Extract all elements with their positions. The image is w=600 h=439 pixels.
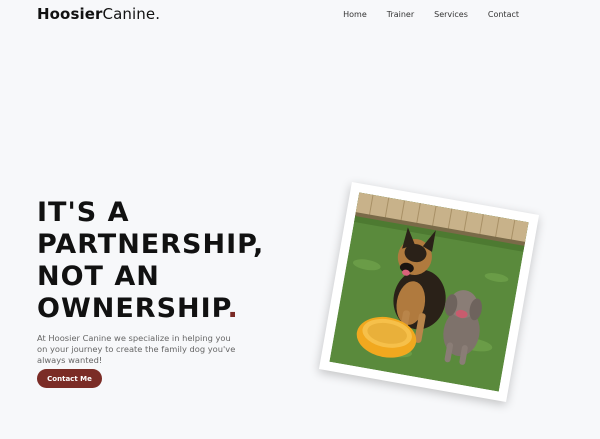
logo-regular: Canine. (102, 5, 161, 23)
headline-line-4: OWNERSHIP (37, 293, 228, 324)
headline-accent-period: . (227, 293, 239, 324)
hero-photo-frame (318, 181, 540, 403)
headline-line-3: NOT AN (37, 261, 160, 292)
logo-bold: Hoosier (37, 5, 103, 23)
nav-home[interactable]: Home (343, 10, 367, 19)
hero-headline: IT'S A PARTNERSHIP, NOT AN OWNERSHIP. (37, 197, 264, 325)
header: HoosierCanine. Home Trainer Services Con… (0, 0, 600, 30)
nav-services[interactable]: Services (434, 10, 468, 19)
nav-contact[interactable]: Contact (488, 10, 519, 19)
page: HoosierCanine. Home Trainer Services Con… (0, 0, 600, 439)
nav-trainer[interactable]: Trainer (387, 10, 414, 19)
dogs-photo (329, 192, 529, 392)
logo[interactable]: HoosierCanine. (37, 5, 160, 23)
contact-me-button[interactable]: Contact Me (37, 369, 102, 388)
headline-line-2: PARTNERSHIP, (37, 229, 265, 260)
main-nav: Home Trainer Services Contact (343, 10, 519, 19)
hero-subtext: At Hoosier Canine we specialize in helpi… (37, 333, 236, 365)
headline-line-1: IT'S A (37, 197, 130, 228)
